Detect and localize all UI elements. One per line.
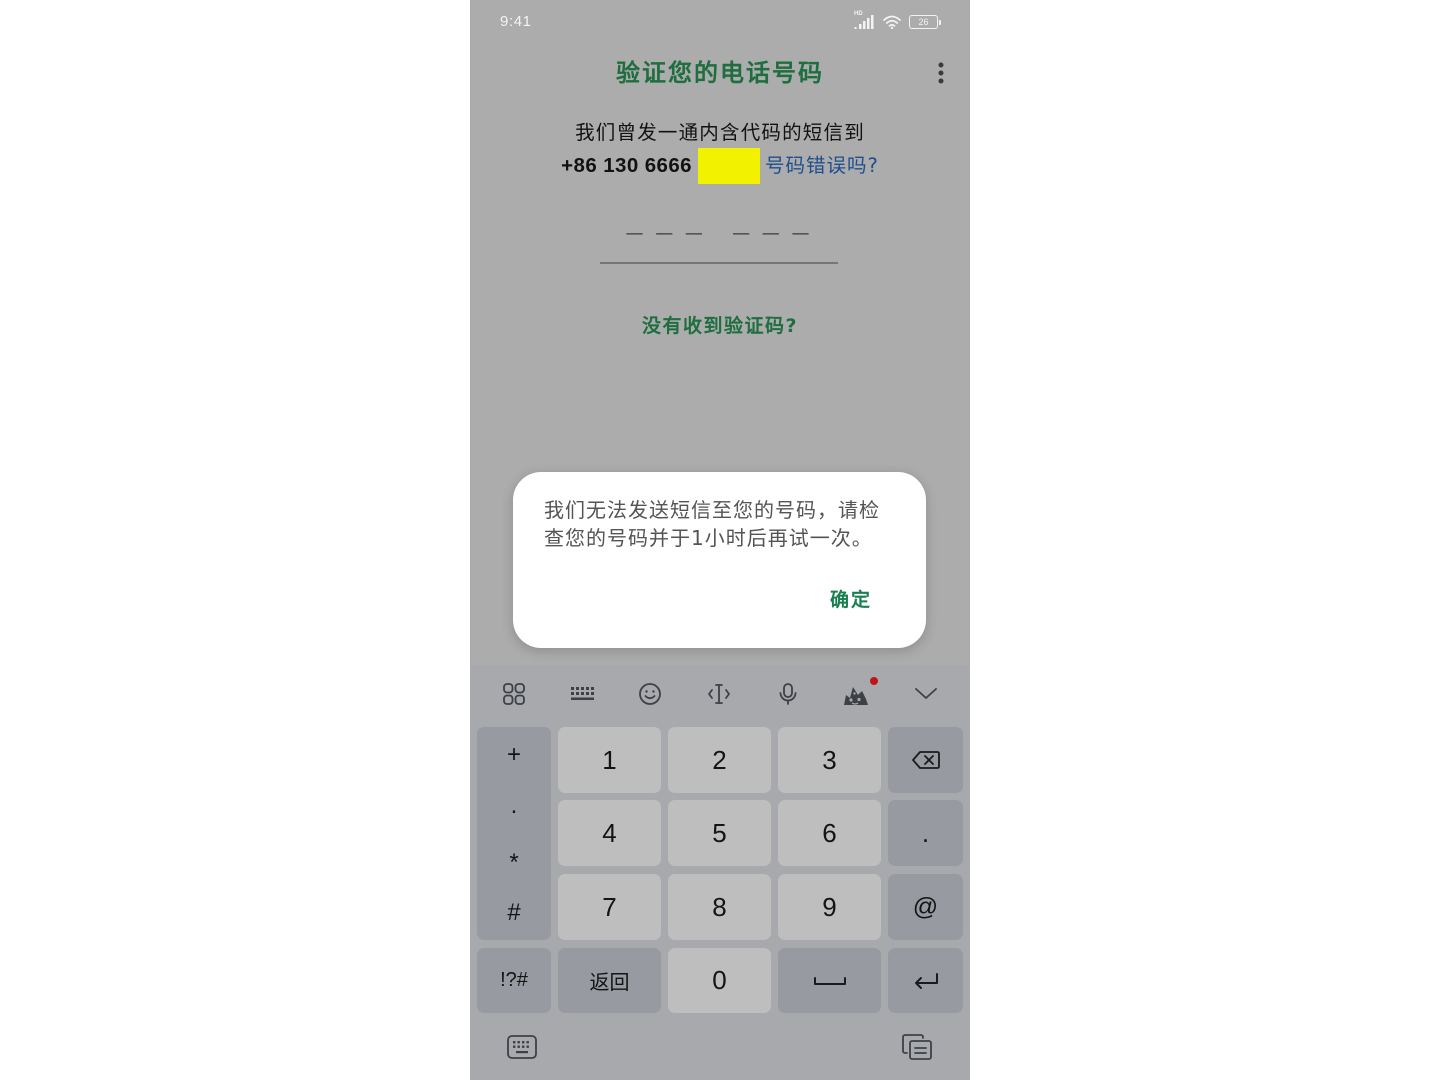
status-icons: HD 26 bbox=[854, 11, 941, 31]
resend-code-link[interactable]: 没有收到验证码? bbox=[642, 312, 798, 340]
key-0[interactable]: 0 bbox=[668, 948, 771, 1013]
voice-input-button[interactable] bbox=[772, 678, 804, 710]
apps-grid-icon bbox=[503, 683, 525, 705]
status-time: 9:41 bbox=[500, 13, 532, 30]
chevron-down-icon bbox=[915, 688, 937, 699]
keyboard-switch-button[interactable] bbox=[504, 1032, 540, 1062]
key-8[interactable]: 8 bbox=[668, 874, 771, 940]
overflow-menu-button[interactable] bbox=[929, 57, 953, 89]
signal-bars-icon bbox=[854, 15, 874, 29]
side-symbol-column: + . * # bbox=[477, 727, 551, 940]
symbols-key[interactable]: !?# bbox=[477, 948, 551, 1013]
clipboard-button[interactable] bbox=[899, 1032, 935, 1062]
backspace-icon bbox=[911, 751, 940, 769]
key-dot[interactable]: . bbox=[477, 791, 551, 821]
key-hash[interactable]: # bbox=[477, 898, 551, 928]
key-4[interactable]: 4 bbox=[558, 800, 661, 866]
space-key[interactable] bbox=[778, 948, 881, 1013]
key-plus[interactable]: + bbox=[477, 740, 551, 770]
space-bar-icon bbox=[813, 976, 846, 985]
stickers-button[interactable] bbox=[840, 678, 872, 710]
enter-icon bbox=[914, 972, 938, 989]
signal-icon: HD bbox=[854, 11, 876, 30]
key-2[interactable]: 2 bbox=[668, 727, 771, 793]
key-5[interactable]: 5 bbox=[668, 800, 771, 866]
key-at[interactable]: @ bbox=[888, 874, 963, 940]
phone-number: +86 130 6666 bbox=[561, 154, 692, 177]
dialog-ok-button[interactable]: 确定 bbox=[822, 582, 880, 618]
battery-level: 26 bbox=[918, 17, 929, 27]
keyboard-switch-icon bbox=[507, 1035, 537, 1059]
key-asterisk[interactable]: * bbox=[477, 848, 551, 878]
battery-icon: 26 bbox=[909, 15, 938, 29]
backspace-key[interactable] bbox=[888, 727, 963, 793]
instruction-text: 我们曾发一通内含代码的短信到 bbox=[575, 121, 865, 144]
clipboard-icon bbox=[902, 1034, 932, 1060]
key-1[interactable]: 1 bbox=[558, 727, 661, 793]
phone-screen: 9:41 HD 26 验证您的电话号码 我们曾发一通内含代码的短信到 +86 1… bbox=[470, 0, 970, 1080]
key-6[interactable]: 6 bbox=[778, 800, 881, 866]
battery-nub bbox=[939, 19, 941, 25]
verification-code-input[interactable] bbox=[600, 214, 838, 264]
wrong-number-link[interactable]: 号码错误吗? bbox=[765, 152, 879, 180]
enter-key[interactable] bbox=[888, 948, 963, 1013]
notification-dot bbox=[870, 677, 878, 685]
wifi-icon bbox=[883, 15, 901, 29]
stickers-icon bbox=[844, 687, 868, 705]
key-9[interactable]: 9 bbox=[778, 874, 881, 940]
redacted-digits-mask bbox=[697, 148, 760, 184]
hide-keyboard-button[interactable] bbox=[910, 678, 942, 710]
more-vert-icon bbox=[938, 62, 944, 84]
dialog-message: 我们无法发送短信至您的号码，请检查您的号码并于1小时后再试一次。 bbox=[544, 498, 880, 550]
keyboard-layout-button[interactable] bbox=[566, 678, 598, 710]
apps-grid-button[interactable] bbox=[498, 678, 530, 710]
numeric-keyboard: + . * # !?# 1 2 3 4 5 6 . 7 8 9 @ 返回 0 bbox=[470, 665, 970, 1080]
key-3[interactable]: 3 bbox=[778, 727, 881, 793]
text-cursor-icon bbox=[708, 684, 730, 704]
error-dialog: 我们无法发送短信至您的号码，请检查您的号码并于1小时后再试一次。 确定 bbox=[513, 472, 926, 648]
back-key[interactable]: 返回 bbox=[558, 948, 661, 1013]
key-period[interactable]: . bbox=[888, 800, 963, 866]
phone-number-row: +86 130 6666 号码错误吗? bbox=[470, 148, 970, 184]
text-cursor-button[interactable] bbox=[703, 678, 735, 710]
keyboard-layout-icon bbox=[571, 687, 594, 700]
key-7[interactable]: 7 bbox=[558, 874, 661, 940]
page-title: 验证您的电话号码 bbox=[616, 59, 824, 87]
microphone-icon bbox=[779, 683, 797, 705]
emoji-button[interactable] bbox=[634, 678, 666, 710]
emoji-icon bbox=[639, 683, 661, 705]
